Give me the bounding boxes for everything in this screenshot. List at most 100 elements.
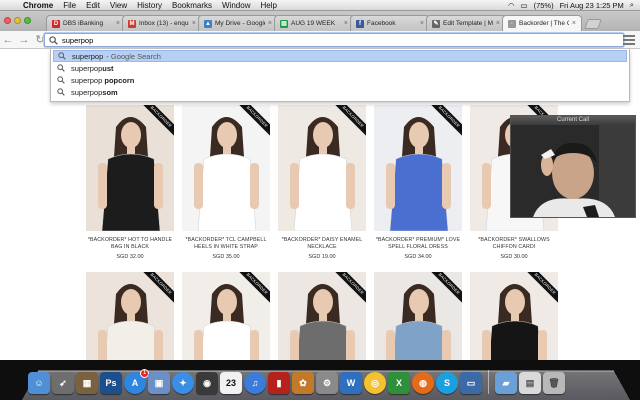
menu-help[interactable]: Help — [255, 0, 281, 11]
menu-window[interactable]: Window — [217, 0, 255, 11]
product-photo[interactable]: BACKORDER — [278, 105, 366, 231]
product-photo[interactable]: BACKORDER — [278, 272, 366, 360]
photos-icon[interactable]: ▣ — [148, 372, 170, 394]
excel-icon[interactable]: X — [388, 372, 410, 394]
product-photo[interactable]: BACKORDER — [86, 272, 174, 360]
finder-icon[interactable]: ☺ — [28, 372, 50, 394]
new-tab-button[interactable] — [584, 19, 602, 29]
suggestion-completion: ust — [102, 63, 114, 73]
folder-icon[interactable]: ▰ — [495, 372, 517, 394]
model-figure — [98, 117, 163, 231]
wifi-icon[interactable]: ◠ — [508, 1, 515, 10]
itunes-icon[interactable]: ♫ — [244, 372, 266, 394]
browser-tab[interactable]: ·Backorder | The Clo× — [502, 15, 582, 31]
photoshop-icon[interactable]: Ps — [100, 372, 122, 394]
product-name[interactable]: *BACKORDER* SWALLOWS CHIFFON CARDI — [470, 237, 558, 251]
tab-title: Backorder | The Clo — [519, 20, 569, 27]
tab-close-icon[interactable]: × — [572, 20, 576, 27]
tab-strip: D DBS iBanking × M Inbox (13) - enquiri × ▲ My … — [0, 11, 640, 31]
autocomplete-dropdown: superpop - Google Search superpop ust superp… — [50, 49, 630, 102]
product-photo[interactable]: BACKORDER — [182, 272, 270, 360]
close-window-button[interactable] — [4, 17, 11, 24]
tab-close-icon[interactable]: × — [268, 20, 272, 27]
product-card[interactable]: BACKORDER *BACKORDER* TCL CAMPBELL HEELS … — [182, 105, 270, 260]
suggestion-item[interactable]: superpop - Google Search — [53, 50, 627, 62]
browser-toolbar: ← → ↻ superpop — [0, 31, 640, 49]
product-name[interactable]: *BACKORDER* DAISY ENAMEL NECKLACE — [278, 237, 366, 251]
menu-app-name[interactable]: Chrome — [18, 0, 58, 11]
screen-share-icon[interactable]: ▭ — [460, 372, 482, 394]
calendar-icon[interactable]: 23 — [220, 372, 242, 394]
product-photo[interactable]: BACKORDER — [374, 105, 462, 231]
product-card[interactable]: BACKORDER *BACKORDER* HOT TO HANDLE BAG I… — [86, 105, 174, 260]
suggestion-item[interactable]: superpop ust — [53, 62, 627, 74]
system-prefs-icon[interactable]: ⚙ — [316, 372, 338, 394]
battery-icon[interactable]: ▭ — [520, 1, 527, 10]
product-price: SGD 35.00 — [212, 254, 240, 260]
video-call-window[interactable]: Current Call — [510, 115, 636, 218]
browser-tab[interactable]: D DBS iBanking × — [46, 15, 126, 31]
tab-close-icon[interactable]: × — [496, 20, 500, 27]
address-bar-value[interactable]: superpop — [62, 36, 623, 45]
product-photo[interactable]: BACKORDER — [374, 272, 462, 360]
model-figure — [194, 117, 259, 231]
browser-tab[interactable]: M Inbox (13) - enquiri × — [122, 15, 202, 31]
browser-tab[interactable]: f Facebook × — [350, 15, 430, 31]
browser-tab[interactable]: ▲My Drive - Google D× — [198, 15, 278, 31]
chrome-icon[interactable]: ◎ — [364, 372, 386, 394]
product-price: SGD 30.00 — [500, 254, 528, 260]
tab-close-icon[interactable]: × — [116, 20, 120, 27]
address-bar[interactable]: superpop — [44, 33, 624, 47]
product-photo[interactable]: BACKORDER — [86, 105, 174, 231]
product-card[interactable]: BACKORDER *BACKORDER* PREMIUM* LOVE SPELL… — [374, 105, 462, 260]
menubar-clock[interactable]: Fri Aug 23 1:25 PM — [560, 1, 624, 10]
skype-icon[interactable]: S — [436, 372, 458, 394]
suggestion-item[interactable]: superpop som — [53, 86, 627, 98]
tab-close-icon[interactable]: × — [192, 20, 196, 27]
appstore-icon[interactable]: A1 — [124, 369, 149, 394]
product-card[interactable]: BACKORDER — [86, 272, 174, 360]
word-icon[interactable]: W — [340, 372, 362, 394]
product-card[interactable]: BACKORDER — [374, 272, 462, 360]
suggestion-item[interactable]: superpop popcorn — [53, 74, 627, 86]
spotlight-icon[interactable]: ⌕ — [630, 0, 634, 10]
preview-icon[interactable]: ▦ — [76, 372, 98, 394]
menu-bookmarks[interactable]: Bookmarks — [167, 0, 217, 11]
back-icon[interactable]: ← — [0, 31, 16, 49]
menu-view[interactable]: View — [105, 0, 132, 11]
tab-close-icon[interactable]: × — [344, 20, 348, 27]
tab-title: My Drive - Google D — [215, 20, 265, 27]
document-icon[interactable]: ▤ — [519, 372, 541, 394]
product-photo[interactable]: BACKORDER — [182, 105, 270, 231]
browser-tab[interactable]: ▤ AUG 19 WEEK × — [274, 15, 354, 31]
product-card[interactable]: BACKORDER — [470, 272, 558, 360]
product-name[interactable]: *BACKORDER* TCL CAMPBELL HEELS IN WHITE … — [182, 237, 270, 251]
photobooth-icon[interactable]: ◉ — [196, 372, 218, 394]
product-price: SGD 32.00 — [116, 254, 144, 260]
product-photo[interactable]: BACKORDER — [470, 272, 558, 360]
product-card[interactable]: BACKORDER *BACKORDER* DAISY ENAMEL NECKLA… — [278, 105, 366, 260]
firefox-icon[interactable]: ◍ — [412, 372, 434, 394]
product-card[interactable]: BACKORDER — [278, 272, 366, 360]
menu-file[interactable]: File — [58, 0, 81, 11]
safari-icon[interactable]: ✦ — [172, 372, 194, 394]
forward-icon[interactable]: → — [16, 31, 32, 49]
product-name[interactable]: *BACKORDER* HOT TO HANDLE BAG IN BLACK — [86, 237, 174, 251]
trash-icon[interactable]: 🗑 — [543, 372, 565, 394]
battery-percent[interactable]: (75%) — [534, 1, 554, 10]
rocket-icon[interactable]: ➶ — [52, 372, 74, 394]
product-name[interactable]: *BACKORDER* PREMIUM* LOVE SPELL FLORAL D… — [374, 237, 462, 251]
photo-slideshow-icon[interactable]: ▮ — [268, 372, 290, 394]
menu-edit[interactable]: Edit — [81, 0, 105, 11]
maximize-window-button[interactable] — [24, 17, 31, 24]
menu-history[interactable]: History — [132, 0, 167, 11]
browser-tab[interactable]: ✎Edit Template | Mult× — [426, 15, 506, 31]
minimize-window-button[interactable] — [14, 17, 21, 24]
suggestion-hint: - Google Search — [106, 51, 161, 61]
search-icon — [57, 76, 65, 84]
menu-icon[interactable] — [623, 34, 635, 46]
tab-favicon-icon: f — [356, 19, 364, 28]
tab-close-icon[interactable]: × — [420, 20, 424, 27]
iphoto-icon[interactable]: ✿ — [292, 372, 314, 394]
product-card[interactable]: BACKORDER — [182, 272, 270, 360]
